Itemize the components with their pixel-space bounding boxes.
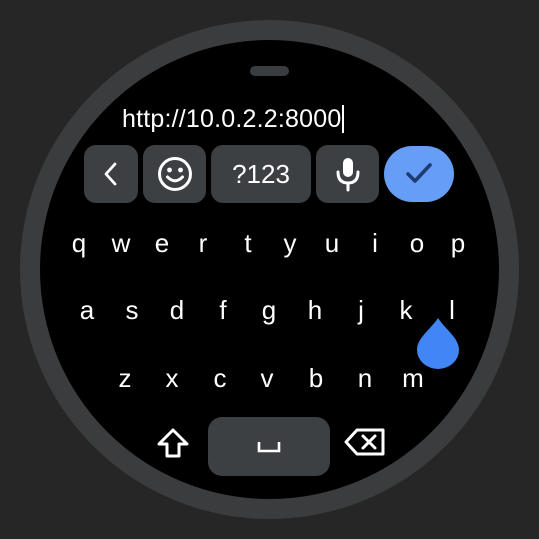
done-button[interactable] bbox=[384, 146, 454, 202]
key-c[interactable]: c bbox=[205, 358, 235, 398]
key-y[interactable]: y bbox=[275, 223, 305, 263]
key-z[interactable]: z bbox=[110, 358, 140, 398]
shift-key[interactable] bbox=[152, 422, 194, 464]
space-icon bbox=[257, 441, 281, 452]
backspace-key[interactable] bbox=[342, 424, 388, 460]
input-value: http://10.0.2.2:8000 bbox=[122, 105, 342, 133]
key-s[interactable]: s bbox=[117, 290, 147, 330]
back-button[interactable] bbox=[84, 145, 138, 203]
key-j[interactable]: j bbox=[346, 290, 376, 330]
chevron-left-icon bbox=[104, 162, 117, 186]
key-d[interactable]: d bbox=[162, 290, 192, 330]
shift-icon bbox=[157, 428, 189, 458]
emoji-button[interactable] bbox=[143, 145, 206, 203]
key-w[interactable]: w bbox=[106, 223, 136, 263]
key-f[interactable]: f bbox=[208, 290, 238, 330]
mic-icon bbox=[336, 158, 359, 192]
symbols-button[interactable]: ?123 bbox=[211, 145, 311, 203]
key-e[interactable]: e bbox=[147, 223, 177, 263]
emoji-icon bbox=[157, 157, 192, 191]
key-h[interactable]: h bbox=[300, 290, 330, 330]
key-n[interactable]: n bbox=[350, 358, 380, 398]
key-m[interactable]: m bbox=[398, 358, 428, 398]
key-b[interactable]: b bbox=[301, 358, 331, 398]
key-t[interactable]: t bbox=[233, 223, 263, 263]
key-i[interactable]: i bbox=[360, 223, 390, 263]
key-p[interactable]: p bbox=[443, 223, 473, 263]
url-input-field[interactable]: http://10.0.2.2:8000 bbox=[122, 102, 345, 136]
text-cursor bbox=[342, 105, 345, 133]
key-x[interactable]: x bbox=[157, 358, 187, 398]
key-o[interactable]: o bbox=[402, 223, 432, 263]
space-key[interactable] bbox=[208, 417, 330, 476]
key-a[interactable]: a bbox=[72, 290, 102, 330]
top-indicator-pill bbox=[250, 66, 289, 76]
voice-input-button[interactable] bbox=[316, 145, 379, 203]
key-q[interactable]: q bbox=[64, 223, 94, 263]
watch-screen: http://10.0.2.2:8000 ?123 q w e r t y u … bbox=[40, 40, 499, 499]
key-r[interactable]: r bbox=[188, 223, 218, 263]
key-g[interactable]: g bbox=[254, 290, 284, 330]
backspace-icon bbox=[344, 428, 385, 456]
key-u[interactable]: u bbox=[317, 223, 347, 263]
checkmark-icon bbox=[406, 163, 432, 183]
key-v[interactable]: v bbox=[252, 358, 282, 398]
